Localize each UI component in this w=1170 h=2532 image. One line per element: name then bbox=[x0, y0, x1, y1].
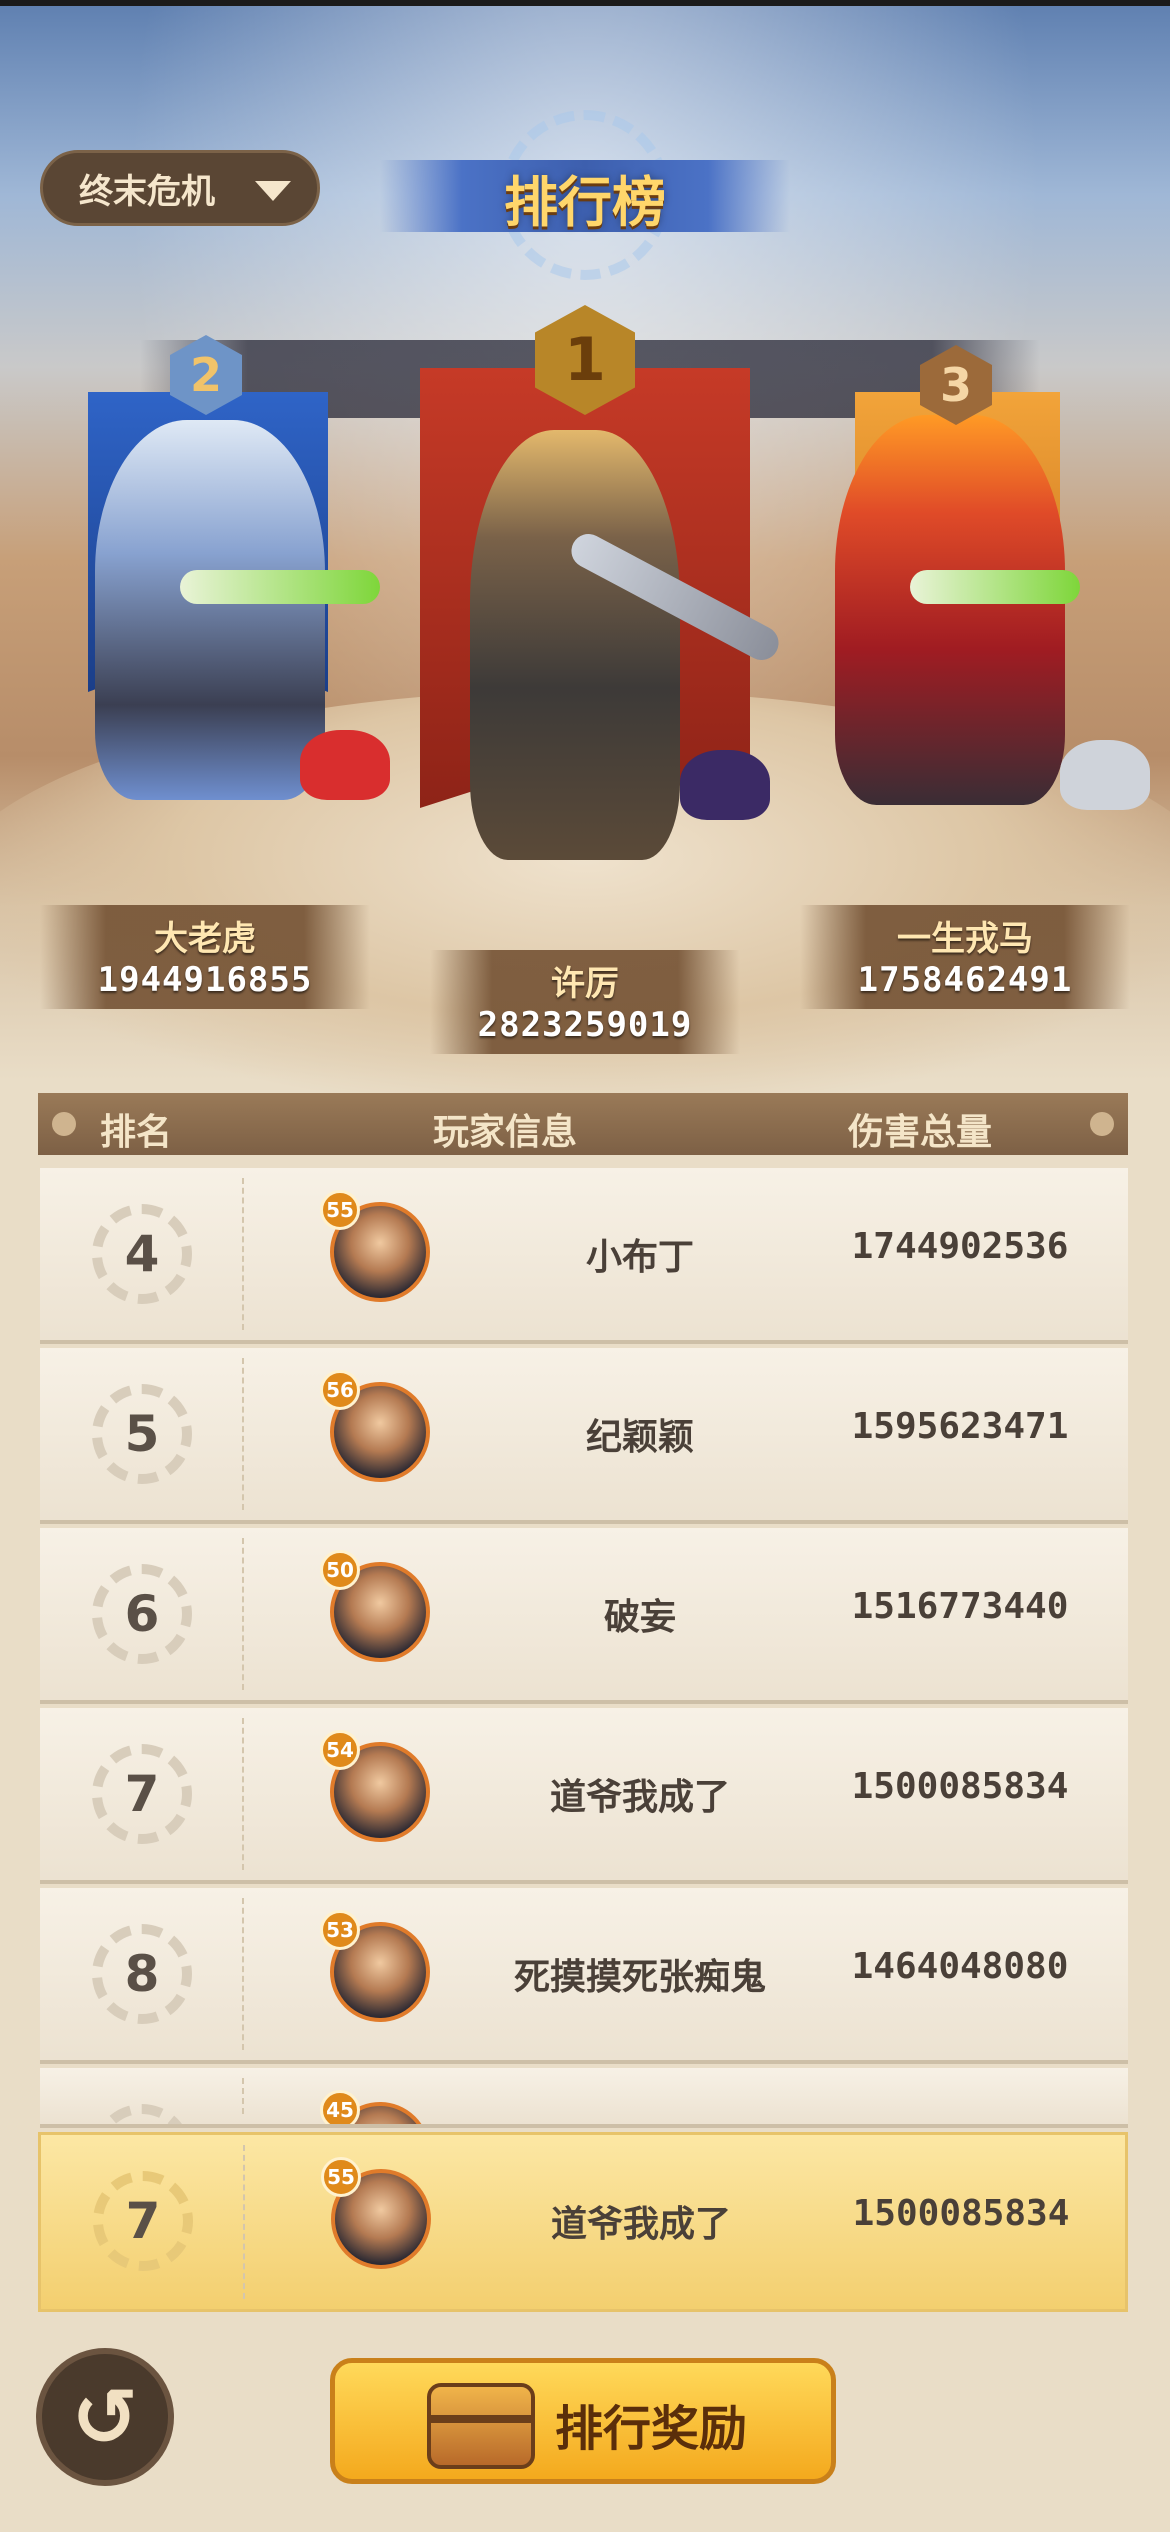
table-row[interactable]: 6 50 破妄 1516773440 bbox=[40, 1528, 1128, 1704]
table-row[interactable]: 45 bbox=[40, 2068, 1128, 2128]
player-name: 小布丁 bbox=[585, 1237, 694, 1278]
level-badge: 45 bbox=[320, 2090, 360, 2124]
row-divider bbox=[242, 1358, 244, 1510]
row-rank: 5 bbox=[124, 1405, 160, 1463]
header-player-info: 玩家信息 bbox=[433, 1112, 578, 1153]
rank-1-pet-image bbox=[680, 750, 770, 820]
row-divider bbox=[242, 1538, 244, 1690]
rank-gear-icon: 8 bbox=[92, 1924, 192, 2024]
row-rank: 6 bbox=[124, 1585, 160, 1643]
mode-dropdown[interactable]: 终末危机 bbox=[40, 150, 320, 226]
player-damage: 1744902536 bbox=[851, 1226, 1069, 1267]
rank-3-name-card[interactable]: 一生戎马 1758462491 bbox=[800, 905, 1130, 1009]
level-badge: 55 bbox=[320, 1190, 360, 1230]
level-badge: 53 bbox=[320, 1910, 360, 1950]
page-title-banner: 排行榜 bbox=[380, 110, 790, 280]
rank-gear-icon bbox=[92, 2104, 192, 2124]
player-name: 破妄 bbox=[603, 1597, 676, 1638]
rank-gear-icon: 6 bbox=[92, 1564, 192, 1664]
mode-dropdown-label: 终末危机 bbox=[79, 171, 215, 212]
header-rank: 排名 bbox=[100, 1112, 173, 1153]
header-bolt-icon bbox=[1090, 1112, 1114, 1136]
rank-2-hero-image[interactable] bbox=[95, 420, 325, 800]
my-rank-row[interactable]: 7 55 道爷我成了 1500085834 bbox=[38, 2132, 1128, 2312]
level-badge: 56 bbox=[320, 1370, 360, 1410]
my-player-damage: 1500085834 bbox=[852, 2193, 1070, 2234]
row-divider bbox=[242, 1178, 244, 1330]
rank-2-pet-image bbox=[300, 730, 390, 800]
table-row[interactable]: 4 55 小布丁 1744902536 bbox=[40, 1168, 1128, 1344]
row-divider bbox=[242, 1898, 244, 2050]
my-player-name: 道爷我成了 bbox=[550, 2204, 731, 2245]
rank-2-score: 1944916855 bbox=[97, 960, 313, 1000]
back-arrow-icon: ↺ bbox=[71, 2370, 139, 2464]
table-header: 排名 玩家信息 伤害总量 bbox=[38, 1093, 1128, 1155]
level-badge: 50 bbox=[320, 1550, 360, 1590]
header-total-damage: 伤害总量 bbox=[848, 1112, 993, 1153]
rank-2-name: 大老虎 bbox=[154, 919, 256, 959]
row-rank: 8 bbox=[124, 1945, 160, 2003]
rank-3-score: 1758462491 bbox=[857, 960, 1073, 1000]
player-name: 死摸摸死张痴鬼 bbox=[513, 1957, 766, 1998]
status-strip bbox=[0, 0, 1170, 6]
rank-reward-button[interactable]: 排行奖励 bbox=[330, 2358, 836, 2484]
treasure-chest-icon bbox=[427, 2383, 535, 2469]
player-name: 纪颖颖 bbox=[585, 1417, 694, 1458]
table-row[interactable]: 5 56 纪颖颖 1595623471 bbox=[40, 1348, 1128, 1524]
my-rank: 7 bbox=[125, 2192, 161, 2250]
rank-gear-icon: 7 bbox=[92, 1744, 192, 1844]
rank-gear-icon: 7 bbox=[93, 2171, 193, 2271]
header-bolt-icon bbox=[52, 1112, 76, 1136]
rank-3-pet-image bbox=[1060, 740, 1150, 810]
rank-reward-label: 排行奖励 bbox=[555, 2401, 748, 2457]
rank-3-weapon-image bbox=[910, 570, 1080, 604]
row-rank: 7 bbox=[124, 1765, 160, 1823]
player-damage: 1516773440 bbox=[851, 1586, 1069, 1627]
page-title: 排行榜 bbox=[504, 171, 666, 234]
rank-2-weapon-image bbox=[180, 570, 380, 604]
rank-gear-icon: 4 bbox=[92, 1204, 192, 1304]
table-row[interactable]: 8 53 死摸摸死张痴鬼 1464048080 bbox=[40, 1888, 1128, 2064]
level-badge: 55 bbox=[321, 2157, 361, 2197]
rank-3-hero-image[interactable] bbox=[835, 415, 1065, 805]
ranking-list[interactable]: 4 55 小布丁 1744902536 5 56 纪颖颖 1595623471 … bbox=[40, 1168, 1128, 2132]
rank-1-name-card[interactable]: 许厉 2823259019 bbox=[430, 950, 740, 1054]
rank-2-name-card[interactable]: 大老虎 1944916855 bbox=[40, 905, 370, 1009]
back-button[interactable]: ↺ bbox=[36, 2348, 174, 2486]
rank-1-score: 2823259019 bbox=[477, 1005, 693, 1045]
level-badge: 54 bbox=[320, 1730, 360, 1770]
rank-gear-icon: 5 bbox=[92, 1384, 192, 1484]
row-divider bbox=[242, 1718, 244, 1870]
player-damage: 1464048080 bbox=[851, 1946, 1069, 1987]
row-divider bbox=[243, 2145, 245, 2299]
rank-1-hero-image[interactable] bbox=[470, 430, 680, 860]
chevron-down-icon bbox=[255, 181, 291, 201]
player-damage: 1500085834 bbox=[851, 1766, 1069, 1807]
table-row[interactable]: 7 54 道爷我成了 1500085834 bbox=[40, 1708, 1128, 1884]
player-name: 道爷我成了 bbox=[549, 1777, 730, 1818]
player-damage: 1595623471 bbox=[851, 1406, 1069, 1447]
rank-1-name: 许厉 bbox=[551, 964, 619, 1004]
row-divider bbox=[242, 2078, 244, 2114]
rank-3-name: 一生戎马 bbox=[897, 919, 1033, 959]
row-rank: 4 bbox=[124, 1225, 160, 1283]
